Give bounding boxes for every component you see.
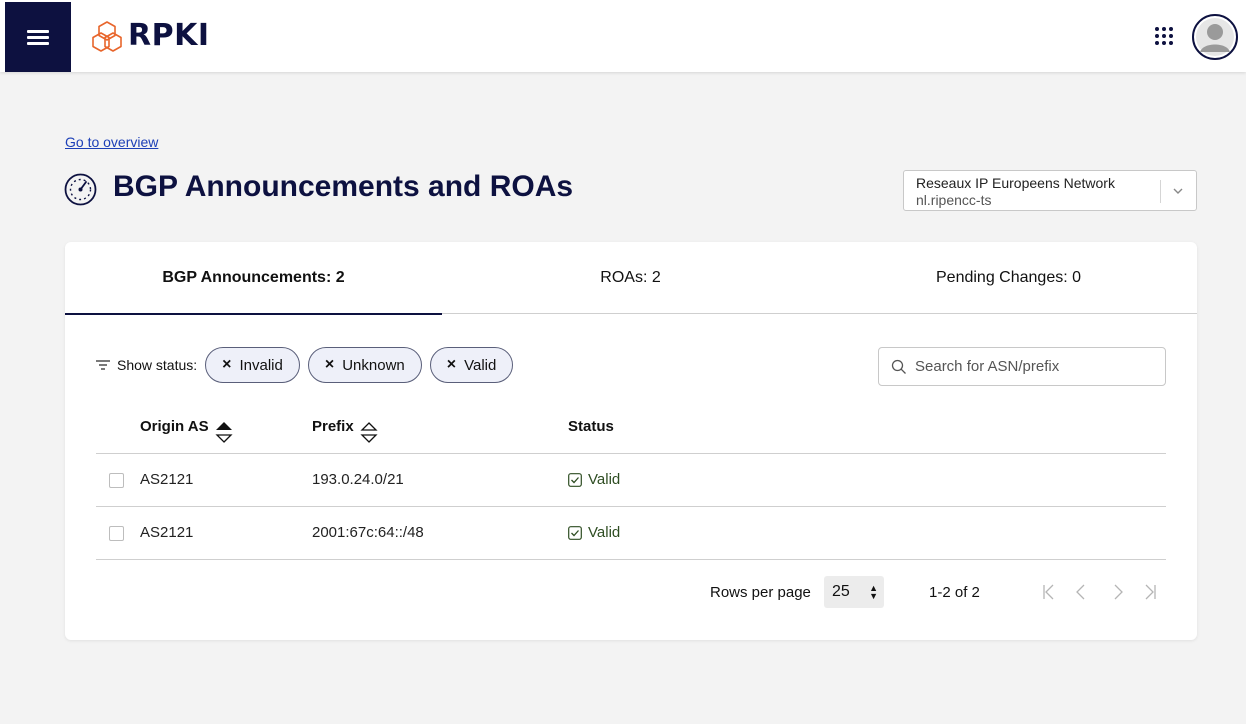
user-avatar-icon (1196, 18, 1234, 56)
last-page-icon[interactable] (1140, 582, 1160, 602)
organization-handle: nl.ripencc-ts (916, 192, 992, 208)
prefix-cell: 193.0.24.0/21 (312, 471, 404, 488)
next-page-icon[interactable] (1108, 582, 1128, 602)
status-cell: Valid (568, 471, 620, 488)
close-icon: × (324, 356, 335, 373)
rpki-logo-icon (92, 20, 122, 52)
column-label: Prefix (312, 418, 354, 435)
table-row: AS2121 2001:67c:64::/48 Valid (96, 507, 1166, 560)
organization-name: Reseaux IP Europeens Network (916, 175, 1115, 191)
sort-icon (360, 422, 378, 443)
row-checkbox[interactable] (109, 473, 124, 488)
table-header: Origin AS Prefix Status (96, 402, 1166, 454)
search-input[interactable] (915, 358, 1155, 375)
row-checkbox[interactable] (109, 526, 124, 541)
column-header-prefix[interactable]: Prefix (312, 418, 378, 450)
tab-bar: BGP Announcements: 2 ROAs: 2 Pending Cha… (65, 242, 1197, 315)
pagination: Rows per page 25 ▲ ▼ 1-2 of 2 (65, 574, 1197, 610)
filter-label: Show status: (117, 357, 198, 373)
column-header-status: Status (568, 418, 614, 435)
check-icon (568, 525, 582, 540)
origin-as-cell: AS2121 (140, 471, 194, 488)
select-arrows-icon: ▲ ▼ (869, 583, 878, 601)
rows-per-page-label: Rows per page (710, 584, 811, 601)
status-filter: Show status: × Invalid × Unknown × Valid (95, 346, 521, 384)
pagination-range: 1-2 of 2 (929, 584, 980, 601)
search-icon (891, 359, 906, 374)
close-icon: × (446, 356, 457, 373)
previous-page-icon[interactable] (1071, 582, 1091, 602)
gauge-icon (64, 173, 97, 206)
status-cell: Valid (568, 524, 620, 541)
tab-label: BGP Announcements: 2 (162, 269, 345, 286)
tab-label: ROAs: 2 (600, 269, 661, 286)
status-text: Valid (588, 471, 621, 488)
announcements-card: BGP Announcements: 2 ROAs: 2 Pending Cha… (65, 242, 1197, 640)
active-tab-indicator (65, 313, 442, 315)
page-title: BGP Announcements and ROAs (113, 170, 574, 203)
hamburger-icon (27, 27, 49, 48)
filter-icon (96, 360, 110, 370)
chip-label: Valid (464, 356, 497, 374)
close-icon: × (222, 356, 232, 373)
logo-text: RPKI (128, 18, 210, 53)
top-bar: RPKI (0, 0, 1246, 72)
apps-button[interactable] (1152, 24, 1176, 48)
chevron-down-icon (1173, 188, 1183, 194)
chip-label: Invalid (239, 356, 283, 374)
status-text: Valid (588, 524, 621, 541)
column-label: Status (568, 418, 614, 435)
tab-pending-changes[interactable]: Pending Changes: 0 (820, 242, 1197, 314)
sort-ascending-icon (215, 422, 233, 443)
search-field[interactable] (878, 347, 1166, 386)
table-row: AS2121 193.0.24.0/21 Valid (96, 454, 1166, 507)
rows-per-page-select[interactable]: 25 ▲ ▼ (824, 576, 884, 608)
column-label: Origin AS (140, 418, 209, 435)
organization-selector[interactable]: Reseaux IP Europeens Network nl.ripencc-… (903, 170, 1197, 211)
tab-bgp-announcements[interactable]: BGP Announcements: 2 (65, 242, 442, 315)
rows-per-page-value: 25 (832, 583, 850, 600)
grid-dots-icon (1155, 27, 1173, 45)
origin-as-cell: AS2121 (140, 524, 194, 541)
chip-label: Unknown (342, 356, 405, 374)
menu-button[interactable] (5, 2, 71, 72)
selector-divider (1160, 180, 1161, 203)
filter-chip-invalid[interactable]: × Invalid (205, 347, 300, 383)
tab-roas[interactable]: ROAs: 2 (442, 242, 819, 314)
go-to-overview-link[interactable]: Go to overview (65, 134, 158, 150)
column-header-origin-as[interactable]: Origin AS (140, 418, 233, 450)
user-avatar[interactable] (1192, 14, 1238, 60)
first-page-icon[interactable] (1039, 582, 1059, 602)
filter-chip-valid[interactable]: × Valid (429, 347, 514, 383)
logo[interactable]: RPKI (90, 18, 210, 53)
announcements-table: Origin AS Prefix Status AS2121 193.0.24.… (96, 402, 1166, 560)
prefix-cell: 2001:67c:64::/48 (312, 524, 424, 541)
filter-chip-unknown[interactable]: × Unknown (307, 347, 422, 383)
check-icon (568, 472, 582, 487)
tab-label: Pending Changes: 0 (936, 269, 1081, 286)
